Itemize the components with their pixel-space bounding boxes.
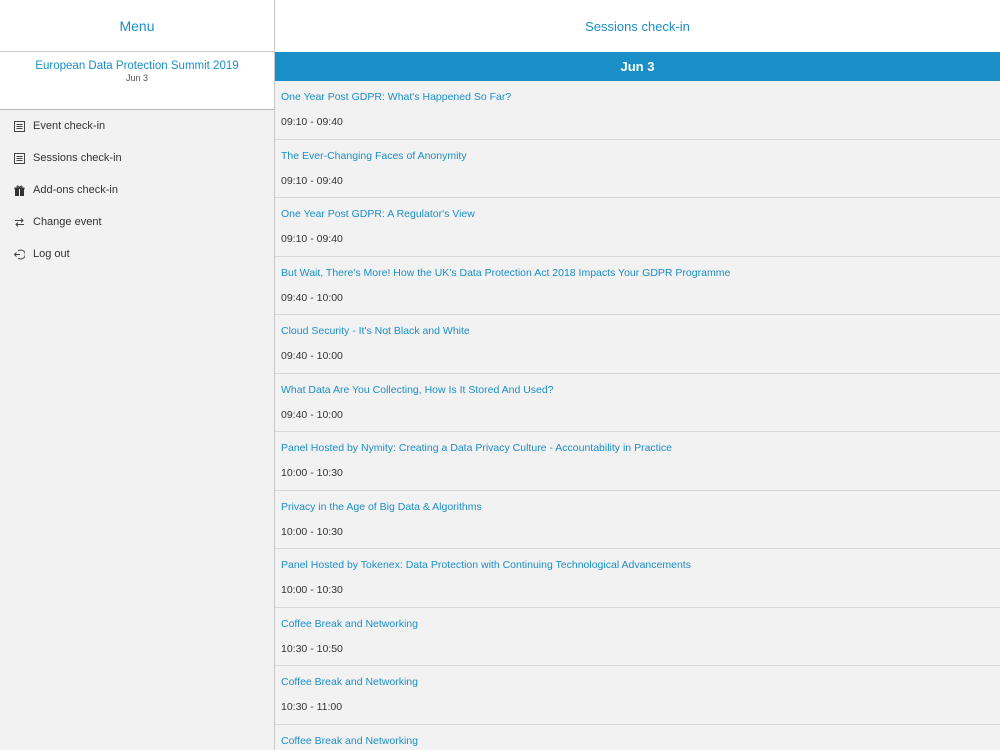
- main-panel: Sessions check-in Jun 3 One Year Post GD…: [275, 0, 1000, 750]
- session-time: 09:10 - 09:40: [281, 174, 343, 187]
- session-title: Coffee Break and Networking: [281, 617, 418, 630]
- event-info: European Data Protection Summit 2019 Jun…: [0, 52, 274, 110]
- menu-item-label: Sessions check-in: [33, 152, 122, 164]
- menu-item-add-ons-check-in[interactable]: Add-ons check-in: [0, 174, 274, 206]
- session-row[interactable]: Panel Hosted by Nymity: Creating a Data …: [275, 432, 1000, 491]
- session-time: 09:10 - 09:40: [281, 116, 343, 128]
- main-header: Sessions check-in: [275, 0, 1000, 52]
- session-row[interactable]: What Data Are You Collecting, How Is It …: [275, 373, 1000, 432]
- session-time: 09:40 - 10:00: [281, 291, 343, 304]
- session-title: Coffee Break and Networking: [281, 676, 418, 688]
- page-title: Sessions check-in: [585, 18, 690, 34]
- session-title: But Wait, There's More! How the UK's Dat…: [281, 266, 731, 279]
- menu-item-label: Event check-in: [33, 120, 106, 132]
- session-title: Privacy in the Age of Big Data & Algorit…: [281, 500, 482, 513]
- session-row[interactable]: One Year Post GDPR: What's Happened So F…: [275, 81, 1000, 140]
- session-title: One Year Post GDPR: What's Happened So F…: [281, 91, 512, 103]
- session-row[interactable]: One Year Post GDPR: A Regulator's View 0…: [275, 198, 1000, 257]
- session-row[interactable]: Coffee Break and Networking 10:30 - 11:0…: [275, 666, 1000, 725]
- session-title: Coffee Break and Networking: [281, 734, 418, 747]
- session-row[interactable]: The Ever-Changing Faces of Anonymity 09:…: [275, 139, 1000, 198]
- menu-item-label: Log out: [33, 248, 70, 260]
- menu-item-change-event[interactable]: Change event: [0, 206, 274, 238]
- menu-item-event-check-in[interactable]: Event check-in: [0, 110, 274, 142]
- gift-icon: [13, 184, 25, 196]
- session-title: Cloud Security - It's Not Black and Whit…: [281, 325, 470, 337]
- menu-item-log-out[interactable]: Log out: [0, 238, 274, 270]
- session-row[interactable]: Privacy in the Age of Big Data & Algorit…: [275, 490, 1000, 549]
- session-time: 10:30 - 10:50: [281, 642, 343, 655]
- sidebar-header: Menu: [0, 0, 274, 52]
- session-time: 09:10 - 09:40: [281, 233, 343, 245]
- sidebar-title: Menu: [119, 17, 155, 34]
- session-row[interactable]: Cloud Security - It's Not Black and Whit…: [275, 315, 1000, 374]
- session-time: 10:00 - 10:30: [281, 525, 343, 538]
- event-date: Jun 3: [125, 73, 149, 83]
- session-title: Panel Hosted by Tokenex: Data Protection…: [281, 559, 691, 571]
- list-icon: [13, 120, 25, 132]
- session-time: 10:30 - 11:00: [281, 701, 343, 713]
- session-time: 10:00 - 10:30: [281, 584, 343, 596]
- session-time: 09:40 - 10:00: [281, 350, 343, 362]
- logout-icon: [13, 248, 25, 260]
- session-title: What Data Are You Collecting, How Is It …: [281, 383, 554, 396]
- list-icon: [13, 152, 25, 164]
- session-row[interactable]: Panel Hosted by Tokenex: Data Protection…: [275, 549, 1000, 608]
- date-section-label: Jun 3: [620, 59, 655, 74]
- session-title: The Ever-Changing Faces of Anonymity: [281, 149, 467, 162]
- session-row[interactable]: Coffee Break and Networking 10:30 - 10:5…: [275, 607, 1000, 666]
- sidebar: Menu European Data Protection Summit 201…: [0, 0, 275, 750]
- session-list[interactable]: One Year Post GDPR: What's Happened So F…: [275, 81, 1000, 750]
- session-title: One Year Post GDPR: A Regulator's View: [281, 208, 475, 220]
- session-time: 10:00 - 10:30: [281, 467, 343, 479]
- menu-item-label: Change event: [33, 216, 102, 228]
- menu-list: Event check-in Sessions check-in Add-ons…: [0, 110, 274, 270]
- session-time: 09:40 - 10:00: [281, 408, 343, 421]
- swap-icon: [13, 216, 25, 228]
- session-title: Panel Hosted by Nymity: Creating a Data …: [281, 442, 672, 454]
- event-name: European Data Protection Summit 2019: [35, 60, 239, 72]
- menu-item-label: Add-ons check-in: [33, 184, 118, 196]
- menu-item-sessions-check-in[interactable]: Sessions check-in: [0, 142, 274, 174]
- session-row[interactable]: But Wait, There's More! How the UK's Dat…: [275, 256, 1000, 315]
- date-section-header: Jun 3: [275, 52, 1000, 81]
- session-row[interactable]: Coffee Break and Networking: [275, 724, 1000, 750]
